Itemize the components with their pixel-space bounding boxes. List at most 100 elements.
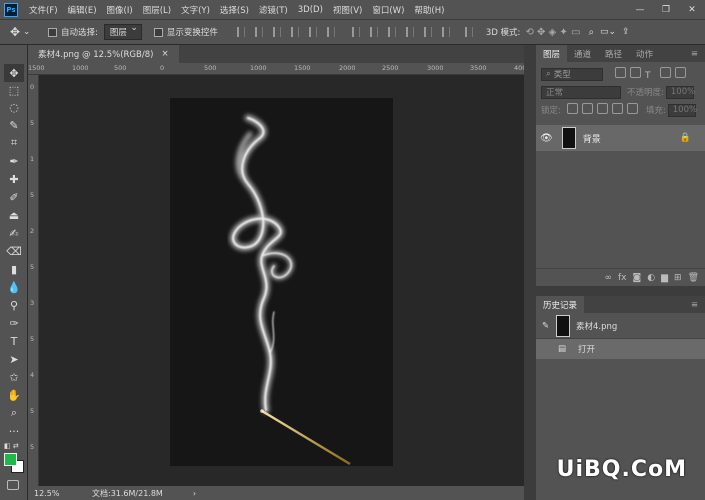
canvas-workspace[interactable]	[39, 75, 524, 486]
auto-select-toggle[interactable]: 自动选择:	[48, 26, 98, 38]
history-menu-icon[interactable]: ≡	[684, 296, 705, 313]
distribute-bottom-icon[interactable]	[387, 27, 396, 37]
menu-filter[interactable]: 滤镜(T)	[254, 4, 293, 16]
menu-help[interactable]: 帮助(H)	[409, 4, 449, 16]
menu-3d[interactable]: 3D(D)	[293, 5, 328, 15]
align-vcenter-icon[interactable]	[254, 27, 263, 37]
marquee-tool-icon[interactable]: ⬚	[4, 81, 24, 99]
align-top-icon[interactable]	[236, 27, 245, 37]
distribute-right-icon[interactable]	[441, 27, 450, 37]
tools-panel: ✥ ⬚ ◌ ✎ ⌗ ✒ ✚ ✐ ⏏ ✍ ⌫ ▮ 💧 ⚲ ✑ T ➤ ✩ ✋ ⌕ …	[0, 45, 28, 500]
menu-window[interactable]: 窗口(W)	[367, 4, 409, 16]
history-panel-tabs: 历史记录 ≡	[536, 296, 705, 313]
blur-tool-icon[interactable]: 💧	[4, 278, 24, 296]
menu-layer[interactable]: 图层(L)	[138, 4, 176, 16]
align-left-icon[interactable]	[290, 27, 299, 37]
distribute-top-icon[interactable]	[351, 27, 360, 37]
auto-select-checkbox[interactable]	[48, 27, 57, 37]
layer-row-background[interactable]: 👁 背景 🔒	[536, 125, 705, 151]
menu-select[interactable]: 选择(S)	[215, 4, 254, 16]
layer-filter-icons[interactable]: T	[613, 66, 688, 82]
link-icon[interactable]: ∞	[605, 273, 613, 283]
tab-history[interactable]: 历史记录	[536, 296, 585, 313]
eyedropper-tool-icon[interactable]: ✒	[4, 152, 24, 170]
tab-actions[interactable]: 动作	[629, 45, 660, 62]
status-menu-arrow[interactable]: ›	[193, 489, 196, 498]
distribute-vcenter-icon[interactable]	[369, 27, 378, 37]
show-transform-toggle[interactable]: 显示变换控件	[153, 26, 218, 38]
close-tab-icon[interactable]: ×	[161, 49, 168, 59]
auto-select-dropdown[interactable]: 图层	[103, 23, 142, 40]
ruler-tick-label: 5	[30, 335, 35, 343]
history-brush-tool-icon[interactable]: ✍	[4, 224, 24, 242]
tab-paths[interactable]: 路径	[598, 45, 629, 62]
pen-tool-icon[interactable]: ✑	[4, 314, 24, 332]
trash-icon[interactable]: 🗑	[688, 273, 699, 283]
menu-edit[interactable]: 编辑(E)	[63, 4, 102, 16]
path-select-tool-icon[interactable]: ➤	[4, 350, 24, 368]
eye-icon[interactable]: 👁	[540, 133, 553, 144]
search-icon: ⌕	[546, 69, 551, 79]
ruler-tick-label: 3000	[427, 64, 444, 72]
menu-type[interactable]: 文字(Y)	[176, 4, 215, 16]
history-brush-source-icon[interactable]: ✎	[542, 321, 554, 331]
dodge-tool-icon[interactable]: ⚲	[4, 296, 24, 314]
menu-image[interactable]: 图像(I)	[102, 4, 138, 16]
minimize-button[interactable]: —	[627, 5, 653, 15]
panel-menu-icon[interactable]: ≡	[684, 45, 705, 62]
tab-layers[interactable]: 图层	[536, 45, 568, 62]
quick-mask-icon[interactable]	[7, 480, 19, 490]
healing-brush-tool-icon[interactable]: ✚	[4, 170, 24, 188]
search-icon[interactable]: ⌕	[588, 27, 594, 38]
shape-tool-icon[interactable]: ✩	[4, 368, 24, 386]
distribute-hcenter-icon[interactable]	[423, 27, 432, 37]
history-snapshot[interactable]: ✎ 素材4.png	[536, 313, 705, 339]
group-icon[interactable]: ▆	[661, 273, 668, 283]
more-tools-icon[interactable]: ···	[4, 422, 24, 440]
gradient-tool-icon[interactable]: ▮	[4, 260, 24, 278]
eraser-tool-icon[interactable]: ⌫	[4, 242, 24, 260]
zoom-level[interactable]: 12.5%	[34, 489, 84, 498]
quick-select-tool-icon[interactable]: ✎	[4, 116, 24, 134]
clone-stamp-tool-icon[interactable]: ⏏	[4, 206, 24, 224]
zoom-tool-icon[interactable]: ⌕	[4, 404, 24, 422]
brush-tool-icon[interactable]: ✐	[4, 188, 24, 206]
align-buttons	[232, 27, 478, 37]
ruler-tick-label: 5	[30, 443, 35, 451]
mask-icon[interactable]: ◙	[633, 273, 642, 283]
history-step[interactable]: ▤ 打开	[536, 339, 705, 359]
hand-tool-icon[interactable]: ✋	[4, 386, 24, 404]
adjustment-icon[interactable]: ◐	[647, 273, 655, 283]
3d-mode-icons[interactable]: ⟲ ✥ ◈ ✦ ▭	[525, 27, 580, 38]
close-button[interactable]: ✕	[679, 5, 705, 15]
fx-icon[interactable]: fx	[618, 273, 627, 283]
new-layer-icon[interactable]: ⊞	[674, 273, 682, 283]
tab-channels[interactable]: 通道	[567, 45, 598, 62]
ruler-tick-label: 5	[30, 263, 35, 271]
layer-kind-filter[interactable]: ⌕ 类型	[541, 67, 603, 81]
fill-input[interactable]: 100%	[667, 103, 697, 117]
crop-tool-icon[interactable]: ⌗	[4, 134, 24, 152]
lasso-tool-icon[interactable]: ◌	[4, 98, 24, 116]
blend-mode-select[interactable]: 正常	[541, 85, 621, 99]
move-tool-preset[interactable]: ✥ ⌄	[10, 25, 40, 39]
share-icon[interactable]: ⇪	[622, 27, 630, 37]
distribute-left-icon[interactable]	[405, 27, 414, 37]
align-hcenter-icon[interactable]	[308, 27, 317, 37]
opacity-input[interactable]: 100%	[665, 85, 695, 99]
document-canvas[interactable]	[170, 98, 393, 466]
document-tab[interactable]: 素材4.png @ 12.5%(RGB/8) ×	[28, 45, 179, 63]
auto-align-icon[interactable]	[464, 27, 473, 37]
move-tool-icon[interactable]: ✥	[4, 64, 24, 82]
default-colors-icon[interactable]: ◧ ⇄	[4, 442, 19, 450]
menu-file[interactable]: 文件(F)	[24, 4, 63, 16]
lock-icons[interactable]	[565, 103, 640, 117]
workspace-icon[interactable]: ▭⌄	[600, 27, 616, 37]
show-transform-checkbox[interactable]	[153, 27, 163, 37]
type-tool-icon[interactable]: T	[4, 332, 24, 350]
align-bottom-icon[interactable]	[272, 27, 281, 37]
foreground-color-swatch[interactable]	[4, 453, 17, 466]
align-right-icon[interactable]	[326, 27, 335, 37]
restore-button[interactable]: ❐	[653, 5, 679, 15]
menu-view[interactable]: 视图(V)	[328, 4, 367, 16]
